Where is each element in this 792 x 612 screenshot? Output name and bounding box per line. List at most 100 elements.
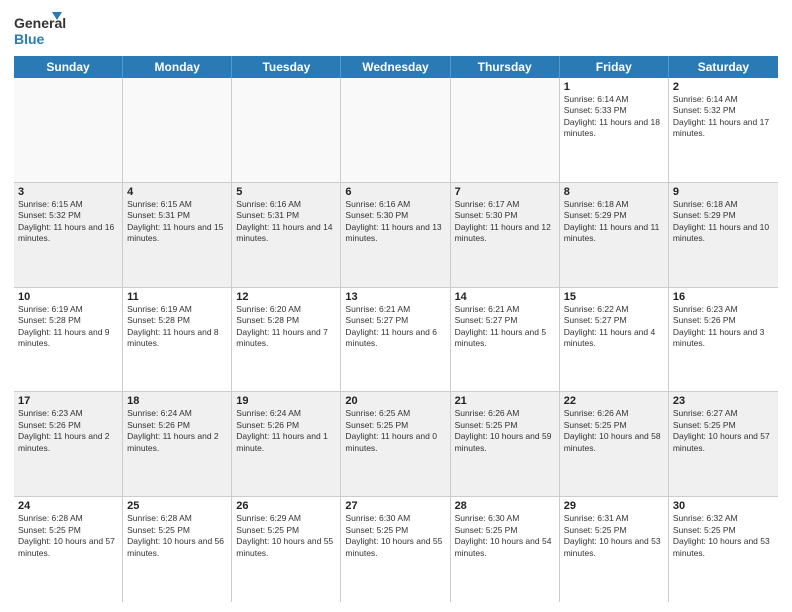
day-number: 19 bbox=[236, 395, 336, 407]
day-info: Sunrise: 6:14 AM Sunset: 5:33 PM Dayligh… bbox=[564, 94, 664, 140]
day-number: 16 bbox=[673, 291, 774, 303]
day-number: 24 bbox=[18, 500, 118, 512]
cal-cell: 12Sunrise: 6:20 AM Sunset: 5:28 PM Dayli… bbox=[232, 288, 341, 392]
cal-cell: 4Sunrise: 6:15 AM Sunset: 5:31 PM Daylig… bbox=[123, 183, 232, 287]
day-number: 7 bbox=[455, 186, 555, 198]
header-cell-friday: Friday bbox=[560, 56, 669, 78]
day-info: Sunrise: 6:15 AM Sunset: 5:32 PM Dayligh… bbox=[18, 199, 118, 245]
day-info: Sunrise: 6:20 AM Sunset: 5:28 PM Dayligh… bbox=[236, 304, 336, 350]
day-number: 11 bbox=[127, 291, 227, 303]
cal-cell: 22Sunrise: 6:26 AM Sunset: 5:25 PM Dayli… bbox=[560, 392, 669, 496]
day-info: Sunrise: 6:30 AM Sunset: 5:25 PM Dayligh… bbox=[345, 513, 445, 559]
calendar-body: 1Sunrise: 6:14 AM Sunset: 5:33 PM Daylig… bbox=[14, 78, 778, 602]
day-info: Sunrise: 6:16 AM Sunset: 5:30 PM Dayligh… bbox=[345, 199, 445, 245]
cal-cell: 11Sunrise: 6:19 AM Sunset: 5:28 PM Dayli… bbox=[123, 288, 232, 392]
cal-cell: 23Sunrise: 6:27 AM Sunset: 5:25 PM Dayli… bbox=[669, 392, 778, 496]
cal-cell bbox=[341, 78, 450, 182]
cal-cell: 7Sunrise: 6:17 AM Sunset: 5:30 PM Daylig… bbox=[451, 183, 560, 287]
cal-cell: 17Sunrise: 6:23 AM Sunset: 5:26 PM Dayli… bbox=[14, 392, 123, 496]
day-number: 27 bbox=[345, 500, 445, 512]
day-number: 26 bbox=[236, 500, 336, 512]
day-number: 29 bbox=[564, 500, 664, 512]
day-number: 4 bbox=[127, 186, 227, 198]
cal-cell: 14Sunrise: 6:21 AM Sunset: 5:27 PM Dayli… bbox=[451, 288, 560, 392]
day-number: 10 bbox=[18, 291, 118, 303]
day-info: Sunrise: 6:26 AM Sunset: 5:25 PM Dayligh… bbox=[455, 408, 555, 454]
cal-cell: 28Sunrise: 6:30 AM Sunset: 5:25 PM Dayli… bbox=[451, 497, 560, 602]
header-cell-sunday: Sunday bbox=[14, 56, 123, 78]
page: GeneralBlue SundayMondayTuesdayWednesday… bbox=[0, 0, 792, 612]
day-info: Sunrise: 6:24 AM Sunset: 5:26 PM Dayligh… bbox=[236, 408, 336, 454]
cal-cell: 3Sunrise: 6:15 AM Sunset: 5:32 PM Daylig… bbox=[14, 183, 123, 287]
day-number: 28 bbox=[455, 500, 555, 512]
header-cell-monday: Monday bbox=[123, 56, 232, 78]
cal-cell: 29Sunrise: 6:31 AM Sunset: 5:25 PM Dayli… bbox=[560, 497, 669, 602]
day-number: 21 bbox=[455, 395, 555, 407]
logo: GeneralBlue bbox=[14, 10, 66, 52]
cal-cell bbox=[232, 78, 341, 182]
calendar-row-4: 17Sunrise: 6:23 AM Sunset: 5:26 PM Dayli… bbox=[14, 392, 778, 497]
day-info: Sunrise: 6:28 AM Sunset: 5:25 PM Dayligh… bbox=[18, 513, 118, 559]
day-info: Sunrise: 6:18 AM Sunset: 5:29 PM Dayligh… bbox=[564, 199, 664, 245]
svg-text:Blue: Blue bbox=[14, 31, 45, 47]
day-info: Sunrise: 6:25 AM Sunset: 5:25 PM Dayligh… bbox=[345, 408, 445, 454]
day-number: 20 bbox=[345, 395, 445, 407]
cal-cell: 8Sunrise: 6:18 AM Sunset: 5:29 PM Daylig… bbox=[560, 183, 669, 287]
cal-cell: 30Sunrise: 6:32 AM Sunset: 5:25 PM Dayli… bbox=[669, 497, 778, 602]
day-info: Sunrise: 6:16 AM Sunset: 5:31 PM Dayligh… bbox=[236, 199, 336, 245]
day-number: 15 bbox=[564, 291, 664, 303]
day-info: Sunrise: 6:19 AM Sunset: 5:28 PM Dayligh… bbox=[18, 304, 118, 350]
cal-cell: 1Sunrise: 6:14 AM Sunset: 5:33 PM Daylig… bbox=[560, 78, 669, 182]
day-info: Sunrise: 6:15 AM Sunset: 5:31 PM Dayligh… bbox=[127, 199, 227, 245]
day-number: 9 bbox=[673, 186, 774, 198]
cal-cell: 5Sunrise: 6:16 AM Sunset: 5:31 PM Daylig… bbox=[232, 183, 341, 287]
day-number: 12 bbox=[236, 291, 336, 303]
day-info: Sunrise: 6:21 AM Sunset: 5:27 PM Dayligh… bbox=[345, 304, 445, 350]
cal-cell bbox=[14, 78, 123, 182]
day-number: 25 bbox=[127, 500, 227, 512]
day-info: Sunrise: 6:26 AM Sunset: 5:25 PM Dayligh… bbox=[564, 408, 664, 454]
cal-cell: 18Sunrise: 6:24 AM Sunset: 5:26 PM Dayli… bbox=[123, 392, 232, 496]
cal-cell: 2Sunrise: 6:14 AM Sunset: 5:32 PM Daylig… bbox=[669, 78, 778, 182]
header-cell-thursday: Thursday bbox=[451, 56, 560, 78]
day-number: 30 bbox=[673, 500, 774, 512]
day-info: Sunrise: 6:32 AM Sunset: 5:25 PM Dayligh… bbox=[673, 513, 774, 559]
day-info: Sunrise: 6:27 AM Sunset: 5:25 PM Dayligh… bbox=[673, 408, 774, 454]
day-info: Sunrise: 6:23 AM Sunset: 5:26 PM Dayligh… bbox=[18, 408, 118, 454]
day-info: Sunrise: 6:22 AM Sunset: 5:27 PM Dayligh… bbox=[564, 304, 664, 350]
day-info: Sunrise: 6:23 AM Sunset: 5:26 PM Dayligh… bbox=[673, 304, 774, 350]
cal-cell: 9Sunrise: 6:18 AM Sunset: 5:29 PM Daylig… bbox=[669, 183, 778, 287]
day-number: 13 bbox=[345, 291, 445, 303]
calendar-row-1: 1Sunrise: 6:14 AM Sunset: 5:33 PM Daylig… bbox=[14, 78, 778, 183]
day-number: 2 bbox=[673, 81, 774, 93]
cal-cell: 25Sunrise: 6:28 AM Sunset: 5:25 PM Dayli… bbox=[123, 497, 232, 602]
day-info: Sunrise: 6:18 AM Sunset: 5:29 PM Dayligh… bbox=[673, 199, 774, 245]
cal-cell: 27Sunrise: 6:30 AM Sunset: 5:25 PM Dayli… bbox=[341, 497, 450, 602]
cal-cell bbox=[123, 78, 232, 182]
day-number: 18 bbox=[127, 395, 227, 407]
calendar-header: SundayMondayTuesdayWednesdayThursdayFrid… bbox=[14, 56, 778, 78]
day-info: Sunrise: 6:21 AM Sunset: 5:27 PM Dayligh… bbox=[455, 304, 555, 350]
header: GeneralBlue bbox=[14, 10, 778, 52]
cal-cell: 15Sunrise: 6:22 AM Sunset: 5:27 PM Dayli… bbox=[560, 288, 669, 392]
day-number: 17 bbox=[18, 395, 118, 407]
cal-cell: 24Sunrise: 6:28 AM Sunset: 5:25 PM Dayli… bbox=[14, 497, 123, 602]
cal-cell: 19Sunrise: 6:24 AM Sunset: 5:26 PM Dayli… bbox=[232, 392, 341, 496]
day-number: 3 bbox=[18, 186, 118, 198]
day-info: Sunrise: 6:31 AM Sunset: 5:25 PM Dayligh… bbox=[564, 513, 664, 559]
cal-cell: 13Sunrise: 6:21 AM Sunset: 5:27 PM Dayli… bbox=[341, 288, 450, 392]
day-number: 23 bbox=[673, 395, 774, 407]
day-number: 14 bbox=[455, 291, 555, 303]
cal-cell: 20Sunrise: 6:25 AM Sunset: 5:25 PM Dayli… bbox=[341, 392, 450, 496]
day-number: 22 bbox=[564, 395, 664, 407]
header-cell-wednesday: Wednesday bbox=[341, 56, 450, 78]
day-number: 6 bbox=[345, 186, 445, 198]
day-info: Sunrise: 6:24 AM Sunset: 5:26 PM Dayligh… bbox=[127, 408, 227, 454]
header-cell-saturday: Saturday bbox=[669, 56, 778, 78]
day-info: Sunrise: 6:14 AM Sunset: 5:32 PM Dayligh… bbox=[673, 94, 774, 140]
logo-svg: GeneralBlue bbox=[14, 10, 66, 52]
day-info: Sunrise: 6:29 AM Sunset: 5:25 PM Dayligh… bbox=[236, 513, 336, 559]
cal-cell: 10Sunrise: 6:19 AM Sunset: 5:28 PM Dayli… bbox=[14, 288, 123, 392]
calendar-row-2: 3Sunrise: 6:15 AM Sunset: 5:32 PM Daylig… bbox=[14, 183, 778, 288]
day-info: Sunrise: 6:17 AM Sunset: 5:30 PM Dayligh… bbox=[455, 199, 555, 245]
